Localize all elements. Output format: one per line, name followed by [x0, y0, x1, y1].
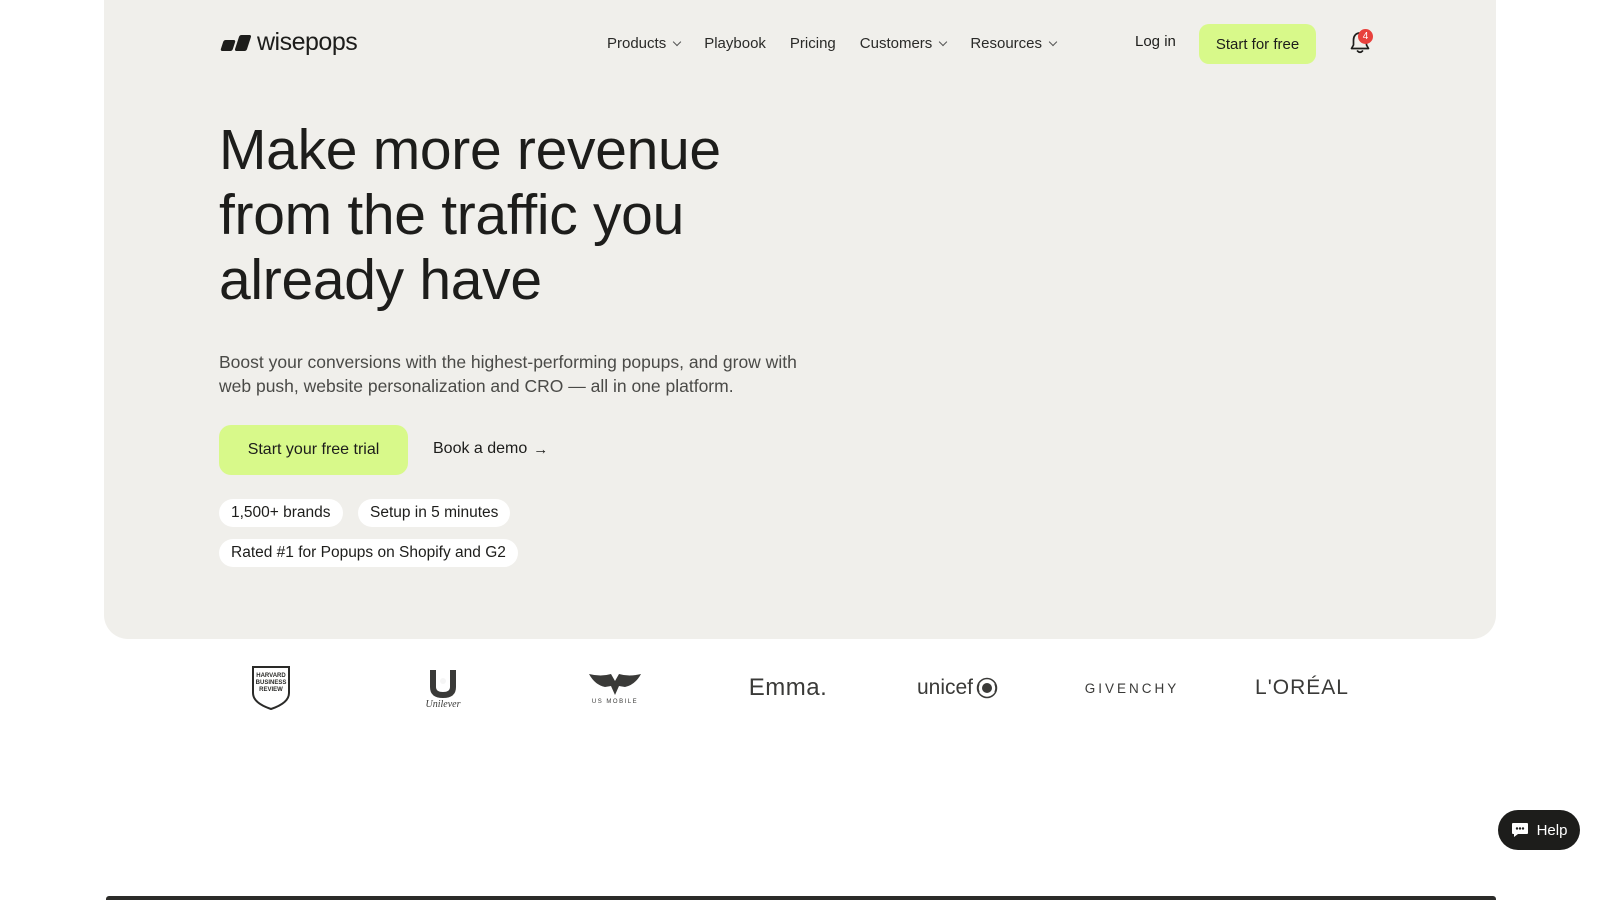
- chevron-down-icon: [1048, 37, 1058, 46]
- hero-subline: Boost your conversions with the highest-…: [219, 352, 797, 396]
- nav-item-label: Pricing: [789, 34, 836, 52]
- pill-brands: 1,500+ brands: [219, 499, 343, 527]
- nav-item-products[interactable]: Products: [607, 33, 682, 53]
- book-demo-link[interactable]: Book a demo →: [433, 440, 548, 458]
- next-section-edge: [106, 896, 1496, 900]
- help-button[interactable]: Help: [1498, 810, 1580, 850]
- nav-item-customers[interactable]: Customers: [859, 33, 948, 53]
- hbr-line-2: BUSINESS: [256, 680, 287, 686]
- customer-logos: HARVARD BUSINESS REVIEW Unilever US MOBI…: [0, 660, 1600, 716]
- logo-text: wisepops: [257, 28, 358, 56]
- emma-logo: Emma.: [748, 674, 828, 701]
- nav-item-label: Resources: [970, 34, 1043, 52]
- givenchy-logo: GIVENCHY: [1084, 680, 1180, 696]
- wisepops-logo[interactable]: wisepops: [220, 28, 358, 57]
- unicef-logo: unicef: [915, 660, 1000, 716]
- us-mobile-logo: US MOBILE: [585, 660, 645, 716]
- chat-icon: [1511, 823, 1528, 837]
- chevron-down-icon: [672, 37, 682, 46]
- nav-item-label: Customers: [859, 34, 933, 52]
- pill-setup: Setup in 5 minutes: [358, 499, 511, 527]
- loreal-logo: L'ORÉAL: [1255, 676, 1349, 699]
- unilever-logo: Unilever: [418, 660, 468, 716]
- start-free-trial-button[interactable]: Start your free trial: [219, 425, 408, 475]
- globe-icon: [976, 677, 998, 699]
- login-link[interactable]: Log in: [1135, 33, 1176, 50]
- pill-rated: Rated #1 for Popups on Shopify and G2: [219, 539, 518, 567]
- nav-item-label: Playbook: [704, 34, 766, 52]
- hero-headline: Make more revenue from the traffic you a…: [219, 118, 721, 312]
- nav-item-label: Products: [607, 34, 667, 52]
- nav-item-playbook[interactable]: Playbook: [704, 33, 766, 53]
- arrow-right-icon: →: [533, 440, 549, 458]
- book-demo-label: Book a demo: [433, 440, 528, 457]
- unicef-wordmark: unicef: [916, 676, 974, 699]
- harvard-business-review-logo: HARVARD BUSINESS REVIEW: [248, 660, 294, 716]
- nav-item-resources[interactable]: Resources: [970, 33, 1058, 53]
- logo-mark-icon: [220, 34, 252, 51]
- hbr-line-3: REVIEW: [259, 687, 283, 693]
- main-nav: Products Playbook Pricing Customers Reso…: [607, 33, 1058, 53]
- us-mobile-wordmark: US MOBILE: [591, 699, 639, 705]
- unilever-wordmark: Unilever: [425, 698, 461, 710]
- start-for-free-button[interactable]: Start for free: [1199, 24, 1316, 64]
- help-label: Help: [1536, 821, 1568, 839]
- hbr-line-1: HARVARD: [256, 673, 286, 679]
- chevron-down-icon: [939, 37, 948, 46]
- notification-badge: 4: [1358, 29, 1373, 44]
- nav-item-pricing[interactable]: Pricing: [790, 33, 836, 53]
